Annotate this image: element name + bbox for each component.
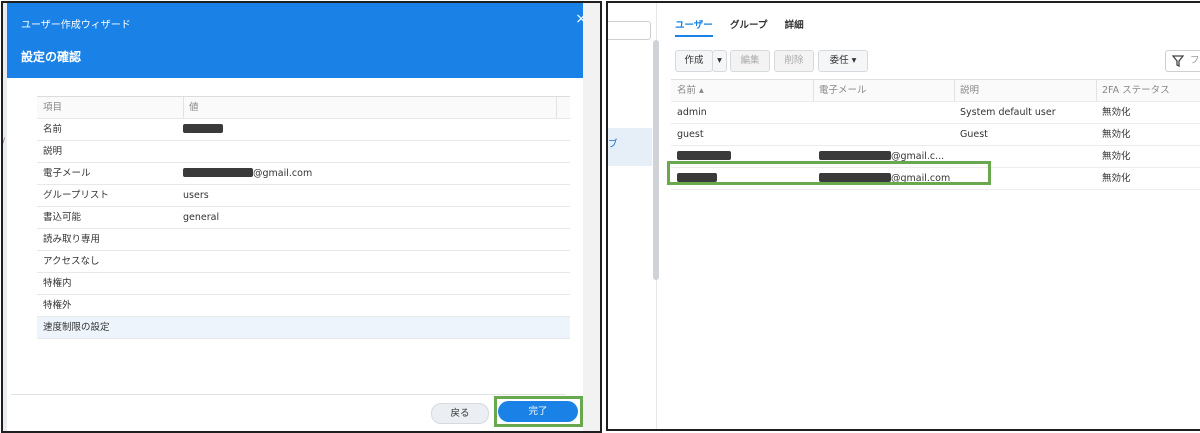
summary-row-no-access: アクセスなし [37, 251, 570, 273]
summary-row-groups: グループリスト users [37, 185, 570, 207]
summary-row-speed-limit: 速度制限の設定 [37, 317, 570, 339]
table-row[interactable]: admin System default user 無効化 [671, 102, 1200, 124]
column-header-2fa[interactable]: 2FA ステータス [1096, 80, 1200, 101]
summary-key: 書込可能 [43, 212, 82, 223]
summary-value: general [183, 212, 220, 223]
summary-key: 名前 [43, 124, 63, 135]
user-list-screenshot: ブ ユーザー グループ 詳細 作成 ▾ 編集 削除 委任 ▾ フィ 名前 ▴ [606, 1, 1200, 431]
summary-row-name: 名前 [37, 119, 570, 141]
tab-advanced[interactable]: 詳細 [785, 17, 804, 35]
column-divider [556, 97, 557, 118]
filter-input[interactable]: フィ [1165, 50, 1200, 72]
column-header-name[interactable]: 名前 ▴ [677, 80, 817, 101]
tab-bar: ユーザー グループ 詳細 [675, 17, 818, 37]
table-header-row: 名前 ▴ 電子メール 説明 2FA ステータス [671, 79, 1200, 102]
email-domain: @gmail.com [253, 168, 313, 179]
column-header-email[interactable]: 電子メール [813, 80, 959, 101]
edge-glyph: / [2, 137, 6, 147]
side-search-input[interactable] [608, 21, 651, 40]
summary-row-email: 電子メール @gmail.com [37, 163, 570, 185]
user-description: Guest [960, 129, 988, 140]
wizard-body: 項目 値 名前 説明 電子メール @gmail.com グループリスト user… [7, 78, 583, 431]
delete-button[interactable]: 削除 [774, 50, 814, 72]
user-name: guest [677, 129, 704, 140]
wizard-heading: 設定の確認 [21, 50, 82, 64]
user-name: admin [677, 107, 707, 118]
summary-row-privilege-in: 特権内 [37, 273, 570, 295]
redacted-name [183, 124, 223, 133]
user-2fa-status: 無効化 [1102, 151, 1131, 162]
redacted-email [183, 168, 253, 177]
user-2fa-status: 無効化 [1102, 173, 1131, 184]
filter-placeholder: フィ [1190, 55, 1200, 66]
column-header-description[interactable]: 説明 [954, 80, 1100, 101]
column-header-value: 値 [183, 97, 570, 118]
summary-value: users [183, 190, 209, 201]
new-user-highlight-outline [667, 161, 991, 185]
tab-groups[interactable]: グループ [730, 17, 767, 35]
scrollbar-track[interactable] [583, 3, 600, 431]
chevron-down-icon[interactable]: ▾ [712, 50, 727, 72]
redacted-name [677, 151, 731, 160]
summary-key: 速度制限の設定 [43, 322, 110, 333]
wizard-header: ユーザー作成ウィザード × 設定の確認 [7, 3, 587, 78]
side-selected-item[interactable]: ブ [608, 128, 652, 166]
finish-button[interactable]: 完了 [498, 401, 578, 422]
summary-key: 特権内 [43, 278, 72, 289]
filter-icon [1172, 55, 1184, 67]
summary-table: 項目 値 名前 説明 電子メール @gmail.com グループリスト user… [37, 96, 570, 339]
summary-row-readonly: 読み取り専用 [37, 229, 570, 251]
summary-row-writable: 書込可能 general [37, 207, 570, 229]
summary-key: 特権外 [43, 300, 72, 311]
table-row[interactable]: guest Guest 無効化 [671, 124, 1200, 146]
tab-users[interactable]: ユーザー [675, 17, 713, 37]
redacted-email [819, 151, 891, 160]
column-header-key: 項目 [43, 102, 63, 113]
summary-value [183, 119, 570, 140]
toolbar: 作成 ▾ 編集 削除 委任 ▾ フィ [675, 50, 1200, 72]
edit-button[interactable]: 編集 [730, 50, 770, 72]
wizard-title: ユーザー作成ウィザード [21, 20, 131, 31]
summary-key: 説明 [43, 146, 63, 157]
summary-row-description: 説明 [37, 141, 570, 163]
summary-value: @gmail.com [183, 163, 570, 184]
summary-key: アクセスなし [43, 256, 100, 267]
scrollbar-thumb[interactable] [653, 40, 659, 280]
back-button[interactable]: 戻る [431, 403, 489, 424]
create-button[interactable]: 作成 [675, 50, 713, 72]
user-main-area: ユーザー グループ 詳細 作成 ▾ 編集 削除 委任 ▾ フィ 名前 ▴ 電子メ… [664, 3, 1200, 429]
wizard-footer: 戻る 完了 [11, 394, 583, 431]
user-description: System default user [960, 107, 1056, 118]
summary-row-privilege-out: 特権外 [37, 295, 570, 317]
summary-key: 電子メール [43, 168, 91, 179]
user-2fa-status: 無効化 [1102, 107, 1131, 118]
side-panel: ブ [608, 3, 659, 429]
summary-key: 読み取り専用 [43, 234, 101, 245]
user-2fa-status: 無効化 [1102, 129, 1131, 140]
side-item-label: ブ [608, 139, 618, 150]
wizard-screenshot: / ユーザー作成ウィザード × 設定の確認 項目 値 名前 説明 電子メール @… [1, 1, 602, 433]
delegate-button[interactable]: 委任 ▾ [818, 50, 868, 72]
summary-key: グループリスト [43, 190, 109, 201]
summary-header-row: 項目 値 [37, 97, 570, 119]
